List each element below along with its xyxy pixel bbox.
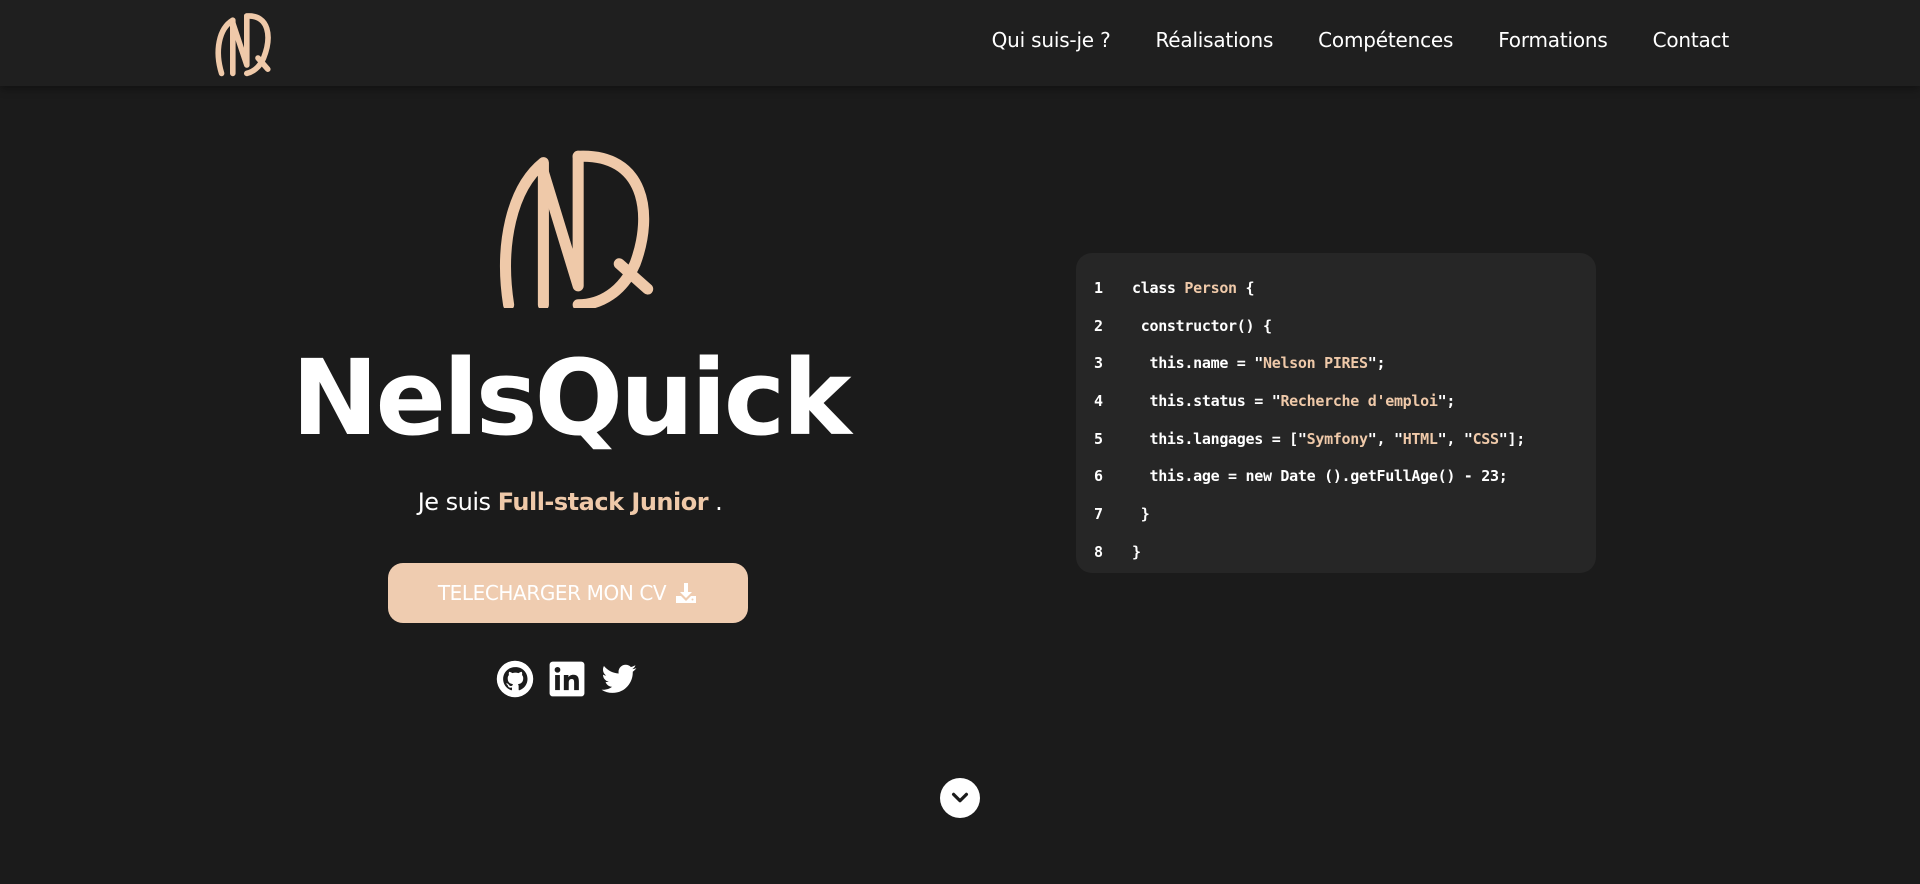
download-cv-button[interactable]: TELECHARGER MON CV bbox=[388, 563, 748, 623]
code-text: } bbox=[1132, 543, 1141, 561]
code-highlight: Recherche d'emploi bbox=[1280, 391, 1438, 410]
line-number: 7 bbox=[1094, 504, 1103, 523]
logo-icon[interactable] bbox=[208, 9, 280, 79]
code-highlight: HTML bbox=[1402, 429, 1438, 448]
code-token: this.name = " bbox=[1149, 354, 1263, 373]
nav-item-3[interactable]: Formations bbox=[1498, 28, 1608, 52]
hero-title: NelsQuick bbox=[291, 337, 851, 459]
nav-item-4[interactable]: Contact bbox=[1653, 28, 1730, 52]
subtitle-suffix: . bbox=[708, 488, 723, 516]
cv-button-label: TELECHARGER MON CV bbox=[437, 581, 667, 605]
code-token: this.status = " bbox=[1149, 391, 1281, 410]
twitter-icon[interactable] bbox=[600, 660, 638, 698]
code-highlight: Nelson PIRES bbox=[1262, 354, 1368, 373]
code-line: 8} bbox=[1076, 533, 1596, 571]
line-number: 3 bbox=[1094, 354, 1103, 373]
scroll-down-button[interactable] bbox=[940, 778, 980, 818]
line-number: 6 bbox=[1094, 467, 1103, 486]
subtitle-prefix: Je suis bbox=[417, 488, 498, 516]
code-line: 7 } bbox=[1076, 495, 1596, 533]
code-text: constructor() { bbox=[1132, 317, 1272, 335]
code-token: { bbox=[1236, 278, 1255, 297]
code-token: class bbox=[1132, 278, 1185, 297]
linkedin-icon[interactable] bbox=[548, 660, 586, 698]
line-number: 1 bbox=[1094, 278, 1103, 297]
code-highlight: Symfony bbox=[1306, 429, 1368, 448]
code-snippet-card: 1 class Person {2 constructor() {3 this.n… bbox=[1076, 253, 1596, 573]
code-line: 1 class Person { bbox=[1076, 269, 1596, 307]
code-token: constructor() { bbox=[1140, 316, 1272, 335]
line-number: 4 bbox=[1094, 391, 1103, 410]
code-text: class Person { bbox=[1132, 278, 1255, 297]
hero-logo-icon bbox=[500, 150, 654, 308]
line-number: 8 bbox=[1094, 542, 1103, 561]
social-links bbox=[496, 660, 638, 698]
code-token: ", " bbox=[1367, 429, 1403, 448]
code-text: this.name = "Nelson PIRES"; bbox=[1132, 354, 1385, 372]
code-token: this.langages = [" bbox=[1149, 429, 1307, 448]
main-nav: Qui suis-je ? Réalisations Compétences Form… bbox=[992, 28, 1730, 52]
code-line: 4 this.status = "Recherche d'emploi"; bbox=[1076, 382, 1596, 420]
chevron-down-icon bbox=[951, 792, 969, 803]
code-token: ", " bbox=[1437, 429, 1473, 448]
code-text: this.age = new Date ().getFullAge() - 23… bbox=[1132, 467, 1507, 485]
code-line: 6 this.age = new Date ().getFullAge() - … bbox=[1076, 457, 1596, 495]
line-number: 5 bbox=[1094, 429, 1103, 448]
code-line: 3 this.name = "Nelson PIRES"; bbox=[1076, 344, 1596, 382]
code-highlight: CSS bbox=[1472, 429, 1500, 448]
navbar: Qui suis-je ? Réalisations Compétences Form… bbox=[0, 0, 1920, 86]
download-icon bbox=[676, 583, 697, 603]
code-token: } bbox=[1140, 504, 1150, 523]
subtitle-highlight: Full-stack Junior bbox=[497, 488, 709, 516]
nav-item-2[interactable]: Compétences bbox=[1318, 28, 1453, 52]
nav-item-1[interactable]: Réalisations bbox=[1155, 28, 1273, 52]
code-token: "; bbox=[1367, 354, 1386, 373]
code-line: 5 this.langages = ["Symfony", "HTML", "C… bbox=[1076, 420, 1596, 458]
code-text: this.status = "Recherche d'emploi"; bbox=[1132, 392, 1455, 410]
code-token: "]; bbox=[1498, 429, 1526, 448]
github-icon[interactable] bbox=[496, 660, 534, 698]
hero-subtitle: Je suis Full-stack Junior . bbox=[0, 488, 1140, 516]
code-highlight: Person bbox=[1184, 278, 1237, 297]
code-token: "; bbox=[1437, 391, 1456, 410]
code-line: 2 constructor() { bbox=[1076, 307, 1596, 345]
code-text: this.langages = ["Symfony", "HTML", "CSS… bbox=[1132, 430, 1525, 448]
code-text: } bbox=[1132, 504, 1150, 523]
nav-item-0[interactable]: Qui suis-je ? bbox=[992, 28, 1111, 52]
code-token: this.age = new Date ().getFullAge() - 23… bbox=[1149, 467, 1508, 486]
code-token: } bbox=[1132, 542, 1141, 561]
line-number: 2 bbox=[1094, 316, 1103, 335]
